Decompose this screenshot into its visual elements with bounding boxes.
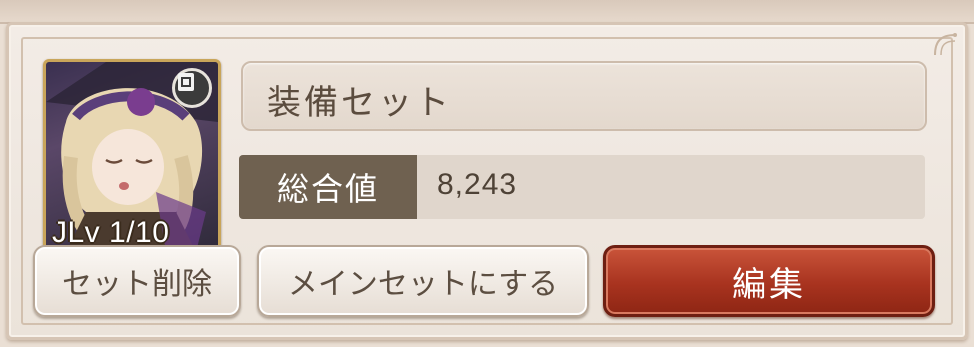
corner-ornament-icon (934, 33, 957, 56)
delete-set-button[interactable]: セット削除 (33, 245, 241, 317)
total-value-row: 総合値 8,243 (239, 155, 925, 219)
set-name-text: 装備セット (267, 83, 452, 123)
set-name-field[interactable]: 装備セット (241, 61, 927, 131)
edit-button[interactable]: 編集 (603, 245, 935, 317)
equipment-set-panel: JLv 1/10 装備セット 総合値 8,243 セット削除 メインセットにする… (6, 22, 968, 340)
equipment-badge-icon (172, 68, 212, 108)
character-portrait[interactable]: JLv 1/10 (43, 59, 221, 255)
set-as-main-button[interactable]: メインセットにする (257, 245, 589, 317)
total-value-number: 8,243 (437, 168, 518, 201)
total-value-label: 総合値 (239, 155, 417, 219)
top-edge-strip (0, 0, 974, 24)
